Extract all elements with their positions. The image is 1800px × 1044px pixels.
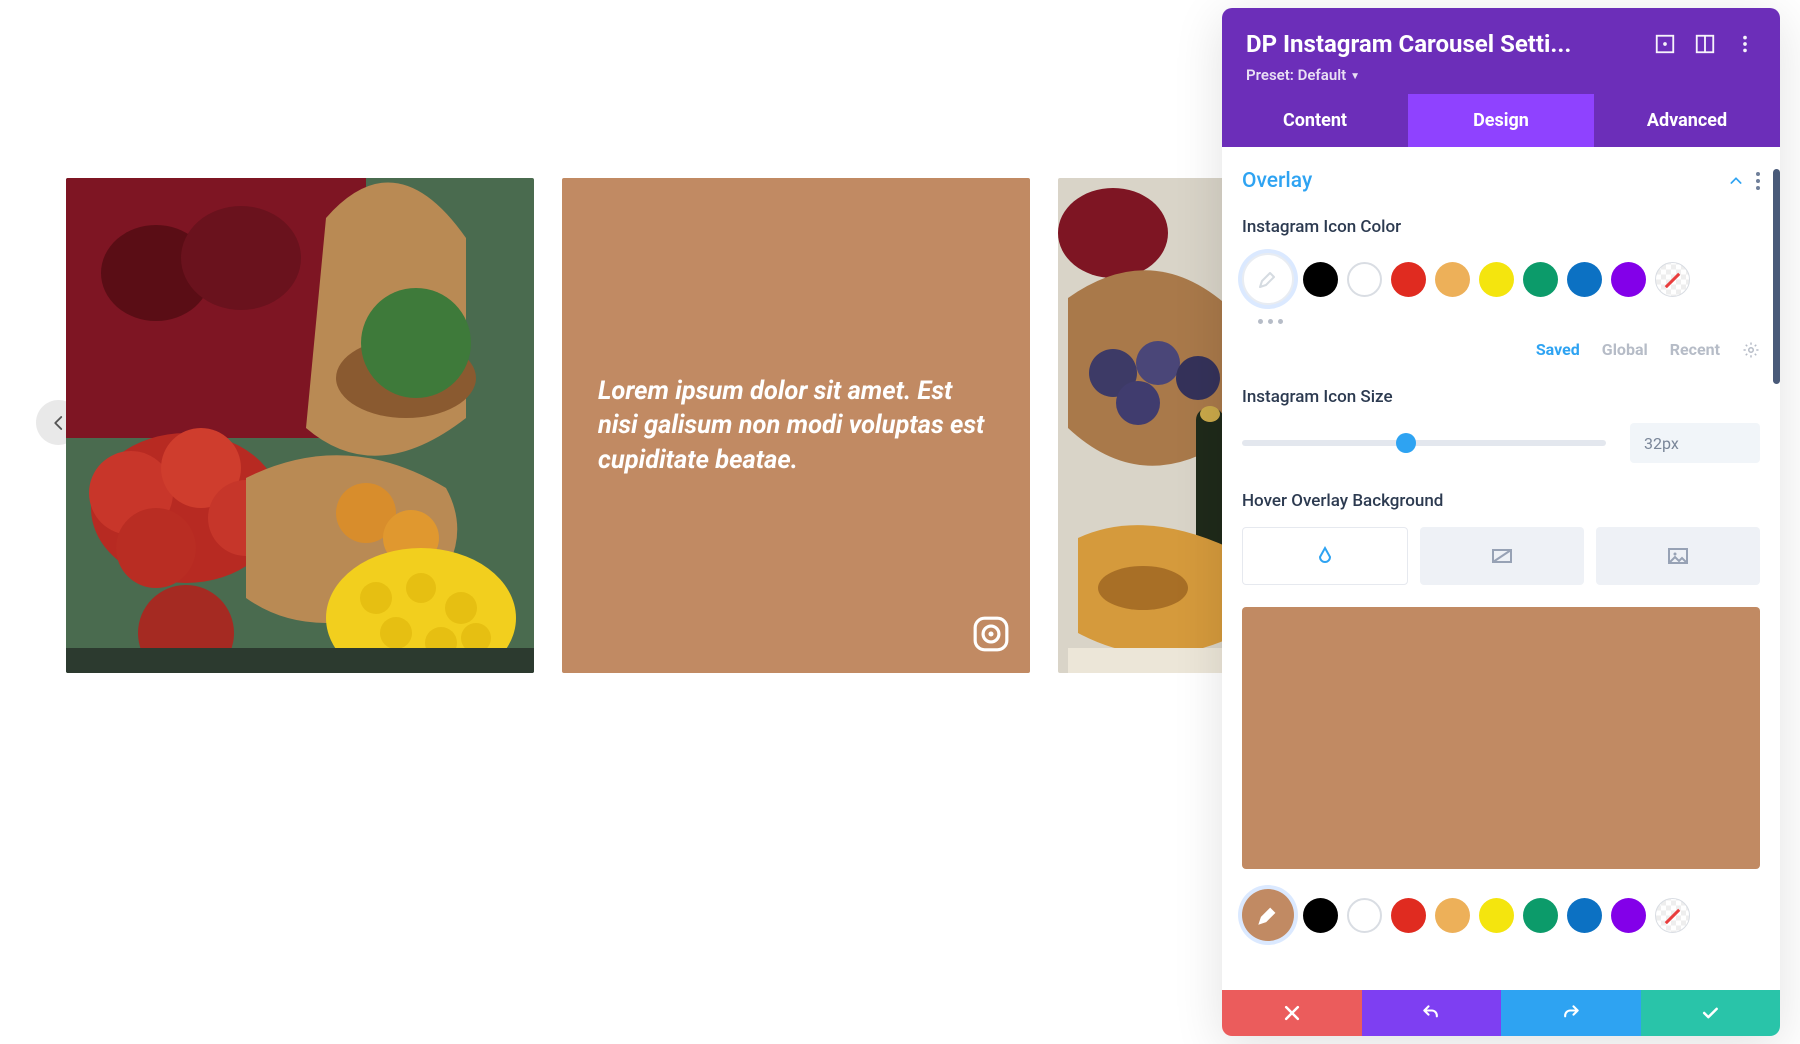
more-dots-icon[interactable] [1258,319,1760,324]
kebab-icon[interactable] [1734,33,1756,55]
eyedropper-icon [1255,902,1281,928]
palette-tab-recent[interactable]: Recent [1670,340,1720,359]
icon-size-input[interactable]: 32px [1630,423,1760,463]
snap-icon[interactable] [1694,33,1716,55]
color-swatch[interactable] [1611,262,1646,297]
color-swatch-row [1242,253,1760,305]
palette-tab-saved[interactable]: Saved [1536,340,1580,359]
color-swatch[interactable] [1391,262,1426,297]
color-swatch[interactable] [1567,898,1602,933]
color-swatch[interactable] [1303,898,1338,933]
color-swatch[interactable] [1435,262,1470,297]
kebab-icon[interactable] [1756,172,1760,190]
palette-tabs: Saved Global Recent [1242,340,1760,359]
bg-type-gradient[interactable] [1420,527,1584,585]
bg-type-color[interactable] [1242,527,1408,585]
overlay-caption: Lorem ipsum dolor sit amet. Est nisi gal… [598,374,994,477]
redo-icon [1561,1003,1581,1023]
tab-advanced[interactable]: Advanced [1594,94,1780,147]
bg-type-tabs [1242,527,1760,585]
panel-header[interactable]: DP Instagram Carousel Setti... Preset: D… [1222,8,1780,94]
color-swatch[interactable] [1611,898,1646,933]
check-icon [1700,1003,1720,1023]
confirm-button[interactable] [1641,990,1781,1036]
tab-design[interactable]: Design [1408,94,1594,147]
label-icon-size: Instagram Icon Size [1242,387,1760,407]
slider-thumb[interactable] [1396,433,1416,453]
color-swatch[interactable] [1655,898,1690,933]
module-settings-panel: DP Instagram Carousel Setti... Preset: D… [1222,8,1780,1036]
color-swatch[interactable] [1391,898,1426,933]
color-swatch[interactable] [1303,262,1338,297]
instagram-icon [972,615,1010,653]
eyedropper-icon [1256,267,1280,291]
section-overlay[interactable]: Overlay [1242,169,1760,193]
redo-button[interactable] [1501,990,1641,1036]
color-swatch[interactable] [1523,898,1558,933]
slider-track[interactable] [1242,440,1606,446]
panel-title: DP Instagram Carousel Setti... [1246,30,1636,58]
scrollbar-thumb[interactable] [1773,169,1780,384]
gradient-icon [1490,544,1514,568]
builder-canvas: Lorem ipsum dolor sit amet. Est nisi gal… [0,0,1220,1044]
carousel-slide[interactable] [66,178,534,673]
slide-image [1058,178,1230,673]
color-swatch-row [1242,889,1760,941]
cancel-button[interactable] [1222,990,1362,1036]
bg-color-preview[interactable] [1242,607,1760,869]
label-hover-bg: Hover Overlay Background [1242,491,1760,511]
icon-size-slider: 32px [1242,423,1760,463]
chevron-up-icon [1728,173,1744,189]
undo-icon [1421,1003,1441,1023]
eyedropper-swatch[interactable] [1242,253,1294,305]
color-swatch[interactable] [1655,262,1690,297]
close-icon [1282,1003,1302,1023]
color-swatch[interactable] [1435,898,1470,933]
color-swatch[interactable] [1479,262,1514,297]
paint-icon [1313,544,1337,568]
panel-body[interactable]: Overlay Instagram Icon Color Saved Globa… [1222,147,1780,990]
carousel-slide[interactable] [1058,178,1230,673]
color-swatch[interactable] [1347,898,1382,933]
slide-image [66,178,534,673]
image-icon [1666,544,1690,568]
eyedropper-swatch[interactable] [1242,889,1294,941]
settings-tabbar: Content Design Advanced [1222,94,1780,147]
expand-icon[interactable] [1654,33,1676,55]
gear-icon[interactable] [1742,341,1760,359]
tab-content[interactable]: Content [1222,94,1408,147]
preset-selector[interactable]: Preset: Default▼ [1246,66,1756,84]
color-swatch[interactable] [1567,262,1602,297]
carousel-slide-overlay[interactable]: Lorem ipsum dolor sit amet. Est nisi gal… [562,178,1030,673]
label-icon-color: Instagram Icon Color [1242,217,1760,237]
undo-button[interactable] [1362,990,1502,1036]
chevron-left-icon [50,414,68,432]
color-swatch[interactable] [1479,898,1514,933]
instagram-carousel: Lorem ipsum dolor sit amet. Est nisi gal… [66,178,1230,673]
bg-type-image[interactable] [1596,527,1760,585]
palette-tab-global[interactable]: Global [1602,340,1648,359]
color-swatch[interactable] [1523,262,1558,297]
panel-footer [1222,990,1780,1036]
color-swatch[interactable] [1347,262,1382,297]
